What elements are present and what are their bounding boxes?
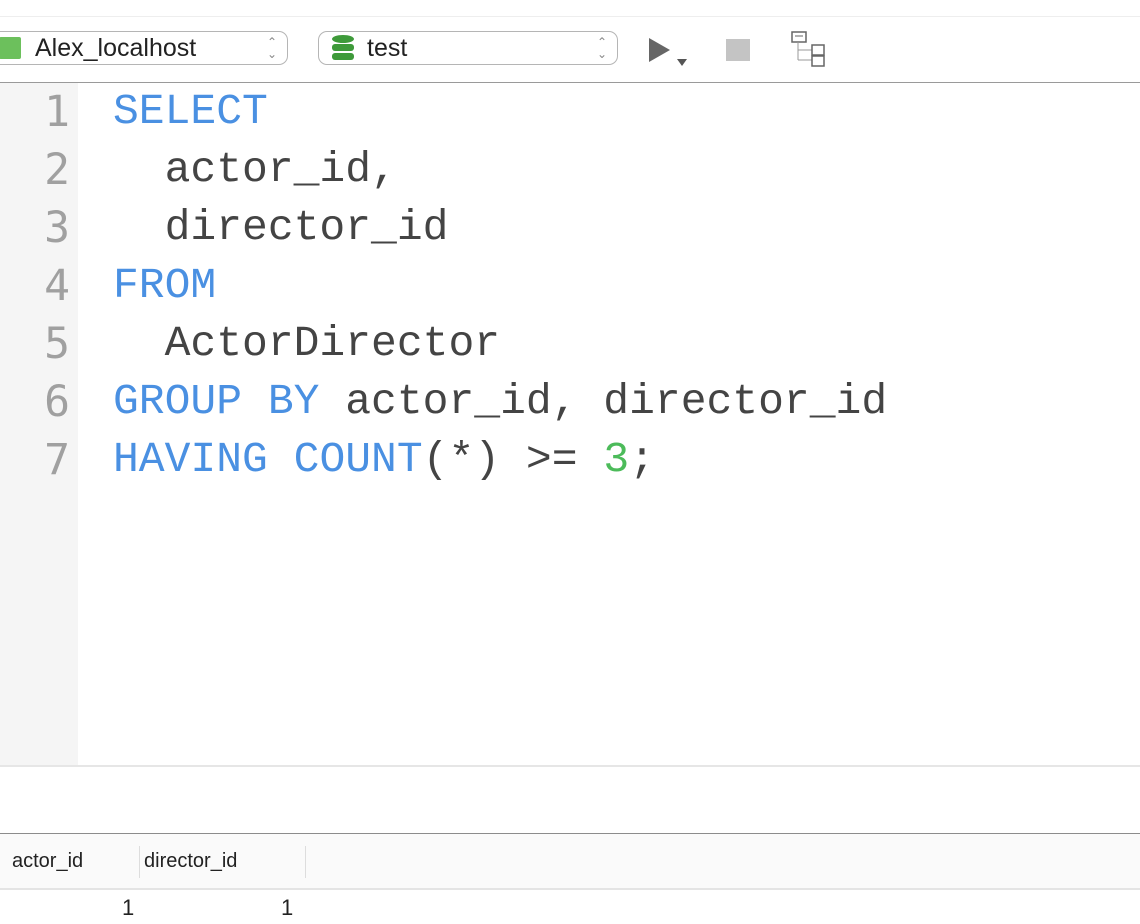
- sql-keyword: HAVING: [113, 435, 268, 484]
- code-text: FROM: [113, 257, 216, 315]
- title-strip: [0, 0, 1140, 17]
- column-divider[interactable]: [139, 846, 140, 878]
- connection-select[interactable]: Alex_localhost ⌃ ⌄: [0, 31, 288, 65]
- code-text: HAVING COUNT(*) >= 3;: [113, 431, 655, 489]
- run-button[interactable]: [646, 35, 690, 69]
- pane-splitter[interactable]: [0, 765, 1140, 767]
- code-text: GROUP BY actor_id, director_id: [113, 373, 887, 431]
- column-divider[interactable]: [305, 846, 306, 878]
- line-number: 6: [44, 377, 70, 427]
- sql-text: ;: [629, 435, 655, 484]
- sql-text: actor_id, director_id: [319, 377, 888, 426]
- chevron-updown-icon: ⌃ ⌄: [596, 35, 607, 61]
- cell-actor-id: 1: [122, 895, 135, 920]
- sql-number: 3: [603, 435, 630, 484]
- database-icon: [332, 35, 354, 60]
- database-select[interactable]: test ⌃ ⌄: [318, 31, 618, 65]
- stop-button[interactable]: [726, 39, 750, 61]
- stop-icon: [726, 39, 750, 61]
- explain-button[interactable]: [790, 30, 830, 70]
- chevron-updown-icon: ⌃ ⌄: [266, 35, 277, 61]
- line-number: 1: [44, 87, 70, 137]
- line-number: 5: [44, 319, 70, 369]
- sql-editor[interactable]: 1 SELECT 2 actor_id, 3 director_id 4 FROM 5 Ac…: [0, 83, 1140, 765]
- code-text: actor_id,: [113, 141, 397, 199]
- column-header-director-id[interactable]: director_id: [144, 834, 237, 888]
- tree-icon: [791, 31, 825, 67]
- line-number: 2: [44, 145, 70, 195]
- sql-text: ActorDirector: [113, 319, 501, 368]
- line-number: 3: [44, 203, 70, 253]
- column-header-actor-id[interactable]: actor_id: [12, 834, 83, 888]
- connection-label: Alex_localhost: [35, 33, 197, 62]
- line-number: 4: [44, 261, 70, 311]
- line-number: 7: [44, 435, 70, 485]
- code-text: director_id: [113, 199, 449, 257]
- cell-director-id: 1: [281, 895, 294, 920]
- sql-text: director_id: [113, 203, 449, 252]
- mysql-dolphin-icon: [0, 37, 21, 59]
- results-header: actor_id director_id: [0, 833, 1140, 890]
- play-icon: [649, 38, 687, 66]
- code-text: ActorDirector: [113, 315, 500, 373]
- sql-text: actor_id,: [113, 145, 397, 194]
- toolbar: Alex_localhost ⌃ ⌄ test ⌃ ⌄: [0, 17, 1140, 83]
- sql-keyword: SELECT: [113, 87, 268, 136]
- sql-keyword: GROUP BY: [113, 377, 320, 426]
- sql-keyword: COUNT: [293, 435, 423, 484]
- sql-text: (*) >=: [422, 435, 604, 484]
- code-text: SELECT: [113, 83, 268, 141]
- sql-keyword: FROM: [113, 261, 217, 310]
- database-label: test: [367, 33, 408, 62]
